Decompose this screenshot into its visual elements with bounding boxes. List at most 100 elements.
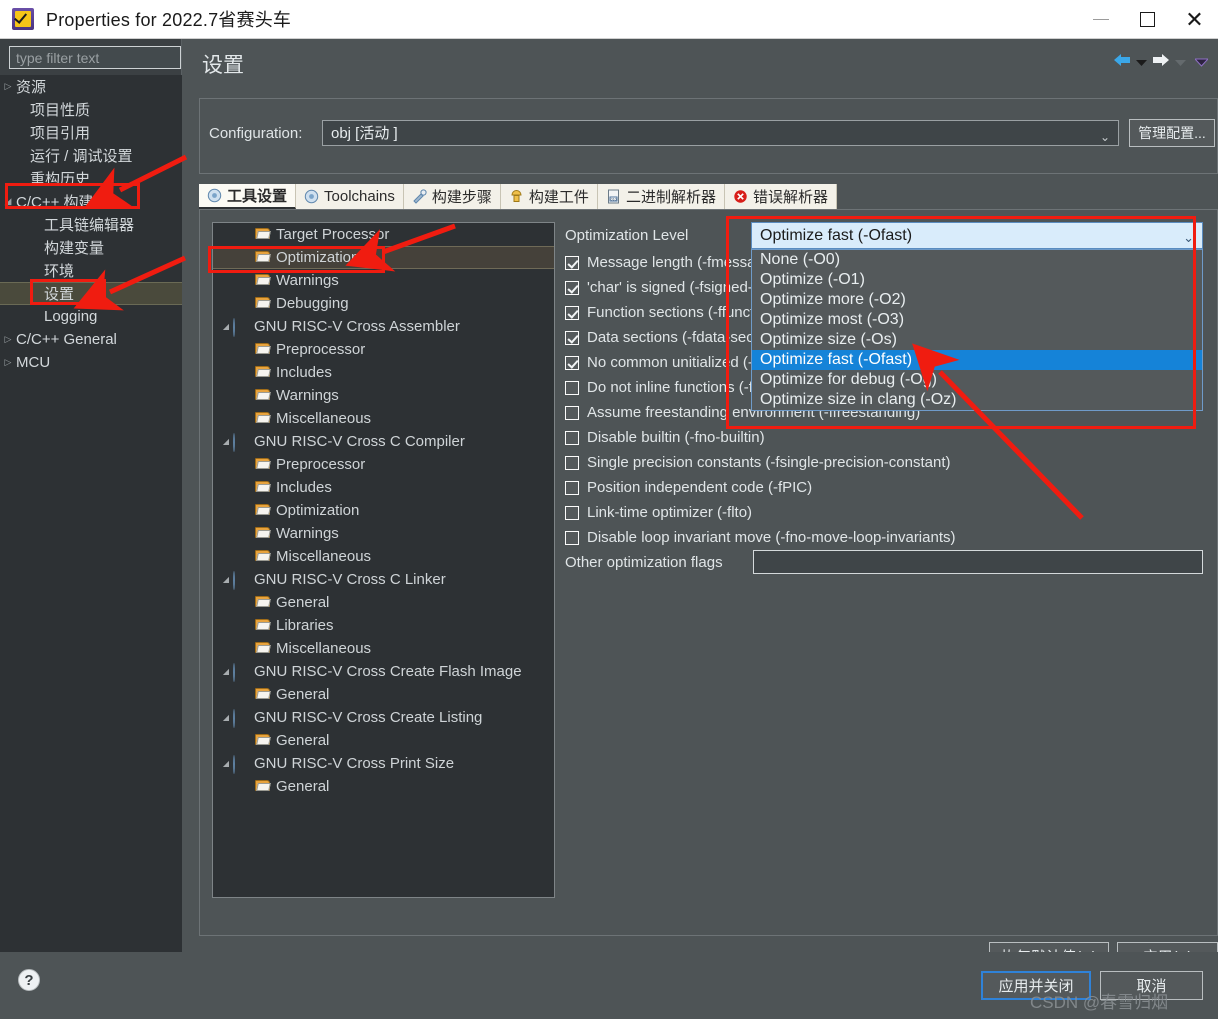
twisty-icon[interactable]: ◢ (219, 713, 233, 722)
nav-item-8[interactable]: 环境 (0, 259, 182, 282)
twisty-icon[interactable]: ▷ (0, 334, 16, 345)
forward-dropdown-icon[interactable] (1175, 54, 1186, 72)
back-arrow-icon[interactable] (1111, 52, 1133, 73)
settings-tree-item-6[interactable]: Includes (213, 361, 554, 384)
tab-3[interactable]: 构建工件 (500, 184, 598, 209)
settings-tree-item-12[interactable]: Optimization (213, 499, 554, 522)
view-menu-icon[interactable] (1193, 54, 1210, 72)
settings-tree-item-3[interactable]: Debugging (213, 292, 554, 315)
nav-item-5[interactable]: ◢ C/C++ 构建 (0, 190, 182, 213)
settings-tree-item-1[interactable]: Optimization (213, 246, 554, 269)
tab-0[interactable]: 工具设置 (199, 184, 297, 209)
settings-tree-item-17[interactable]: Libraries (213, 614, 554, 637)
nav-item-3[interactable]: 运行 / 调试设置 (0, 144, 182, 167)
settings-tree-item-13[interactable]: Warnings (213, 522, 554, 545)
settings-tree-item-label: General (276, 778, 330, 795)
nav-item-6[interactable]: 工具链编辑器 (0, 213, 182, 236)
optimization-checkbox-row-8[interactable]: Single precision constants (-fsingle-pre… (565, 450, 951, 475)
properties-nav-tree[interactable]: ▷ 资源 项目性质 项目引用 运行 / 调试设置 重构历史 ◢ C/C++ 构建 工具链编辑器构… (0, 75, 182, 952)
twisty-icon[interactable]: ◢ (0, 196, 16, 207)
help-icon[interactable]: ? (18, 969, 40, 991)
settings-tree-item-4[interactable]: ◢ GNU RISC-V Cross Assembler (213, 315, 554, 338)
dropdown-option-0[interactable]: None (-O0) (752, 250, 1202, 270)
checkbox-icon[interactable] (565, 430, 579, 445)
manage-configurations-button[interactable]: 管理配置... (1129, 119, 1215, 147)
settings-tree-item-23[interactable]: ◢ GNU RISC-V Cross Print Size (213, 752, 554, 775)
checkbox-icon[interactable] (565, 280, 579, 295)
checkbox-icon[interactable] (565, 255, 579, 270)
nav-item-1[interactable]: 项目性质 (0, 98, 182, 121)
optimization-checkbox-row-11[interactable]: Disable loop invariant move (-fno-move-l… (565, 525, 956, 550)
nav-item-label: 构建变量 (44, 240, 105, 257)
folder-icon (255, 526, 273, 541)
nav-item-7[interactable]: 构建变量 (0, 236, 182, 259)
checkbox-icon[interactable] (565, 305, 579, 320)
settings-tree-item-14[interactable]: Miscellaneous (213, 545, 554, 568)
nav-item-10[interactable]: Logging (0, 305, 182, 328)
settings-tree-item-8[interactable]: Miscellaneous (213, 407, 554, 430)
settings-tree-item-10[interactable]: Preprocessor (213, 453, 554, 476)
checkbox-icon[interactable] (565, 405, 579, 420)
filter-input[interactable]: type filter text (9, 46, 181, 69)
nav-item-0[interactable]: ▷ 资源 (0, 75, 182, 98)
tab-5[interactable]: 错误解析器 (724, 184, 837, 209)
dropdown-option-4[interactable]: Optimize size (-Os) (752, 330, 1202, 350)
close-button[interactable]: ✕ (1171, 0, 1218, 39)
settings-tree-item-19[interactable]: ◢ GNU RISC-V Cross Create Flash Image (213, 660, 554, 683)
settings-tree-item-11[interactable]: Includes (213, 476, 554, 499)
settings-tree-item-16[interactable]: General (213, 591, 554, 614)
settings-tree-item-21[interactable]: ◢ GNU RISC-V Cross Create Listing (213, 706, 554, 729)
settings-tree-item-label: Includes (276, 364, 332, 381)
settings-tree-item-2[interactable]: Warnings (213, 269, 554, 292)
nav-item-12[interactable]: ▷ MCU (0, 351, 182, 374)
twisty-icon[interactable]: ◢ (219, 759, 233, 768)
back-dropdown-icon[interactable] (1136, 54, 1147, 72)
dropdown-option-2[interactable]: Optimize more (-O2) (752, 290, 1202, 310)
configuration-select[interactable]: obj [活动 ] ⌄ (322, 120, 1119, 146)
dropdown-option-1[interactable]: Optimize (-O1) (752, 270, 1202, 290)
nav-item-9[interactable]: 设置 (0, 282, 182, 305)
tool-settings-tree[interactable]: Target Processor Optimization Warnings Debu… (212, 222, 555, 898)
dropdown-option-7[interactable]: Optimize size in clang (-Oz) (752, 390, 1202, 410)
settings-tree-item-22[interactable]: General (213, 729, 554, 752)
minimize-button[interactable] (1077, 0, 1124, 39)
checkbox-icon[interactable] (565, 530, 579, 545)
checkbox-icon[interactable] (565, 480, 579, 495)
dropdown-option-3[interactable]: Optimize most (-O3) (752, 310, 1202, 330)
checkbox-icon[interactable] (565, 355, 579, 370)
optimization-level-combo[interactable]: Optimize fast (-Ofast) ⌄ (751, 222, 1203, 249)
twisty-icon[interactable]: ◢ (219, 322, 233, 331)
settings-tree-item-7[interactable]: Warnings (213, 384, 554, 407)
optimization-checkbox-row-9[interactable]: Position independent code (-fPIC) (565, 475, 812, 500)
checkbox-icon[interactable] (565, 505, 579, 520)
optimization-checkbox-row-10[interactable]: Link-time optimizer (-flto) (565, 500, 752, 525)
dropdown-option-5[interactable]: Optimize fast (-Ofast) (752, 350, 1202, 370)
optimization-level-dropdown-list[interactable]: None (-O0) Optimize (-O1) Optimize more (-… (751, 249, 1203, 411)
twisty-icon[interactable]: ▷ (0, 81, 16, 92)
optimization-checkbox-row-7[interactable]: Disable builtin (-fno-builtin) (565, 425, 765, 450)
settings-tree-item-18[interactable]: Miscellaneous (213, 637, 554, 660)
checkbox-icon[interactable] (565, 380, 579, 395)
twisty-icon[interactable]: ◢ (219, 575, 233, 584)
dropdown-option-6[interactable]: Optimize for debug (-Og) (752, 370, 1202, 390)
checkbox-icon[interactable] (565, 455, 579, 470)
forward-arrow-icon[interactable] (1150, 52, 1172, 73)
settings-tree-item-24[interactable]: General (213, 775, 554, 798)
checkbox-icon[interactable] (565, 330, 579, 345)
tab-1[interactable]: Toolchains (296, 184, 404, 209)
settings-tree-item-20[interactable]: General (213, 683, 554, 706)
settings-tree-item-9[interactable]: ◢ GNU RISC-V Cross C Compiler (213, 430, 554, 453)
twisty-icon[interactable]: ◢ (219, 437, 233, 446)
twisty-icon[interactable]: ◢ (219, 667, 233, 676)
nav-item-2[interactable]: 项目引用 (0, 121, 182, 144)
nav-item-11[interactable]: ▷ C/C++ General (0, 328, 182, 351)
settings-tree-item-0[interactable]: Target Processor (213, 223, 554, 246)
settings-tree-item-15[interactable]: ◢ GNU RISC-V Cross C Linker (213, 568, 554, 591)
settings-tree-item-5[interactable]: Preprocessor (213, 338, 554, 361)
tab-4[interactable]: 010 二进制解析器 (597, 184, 725, 209)
twisty-icon[interactable]: ▷ (0, 357, 16, 368)
maximize-button[interactable] (1124, 0, 1171, 39)
other-flags-input[interactable] (753, 550, 1203, 574)
nav-item-4[interactable]: 重构历史 (0, 167, 182, 190)
tab-2[interactable]: 构建步骤 (403, 184, 501, 209)
